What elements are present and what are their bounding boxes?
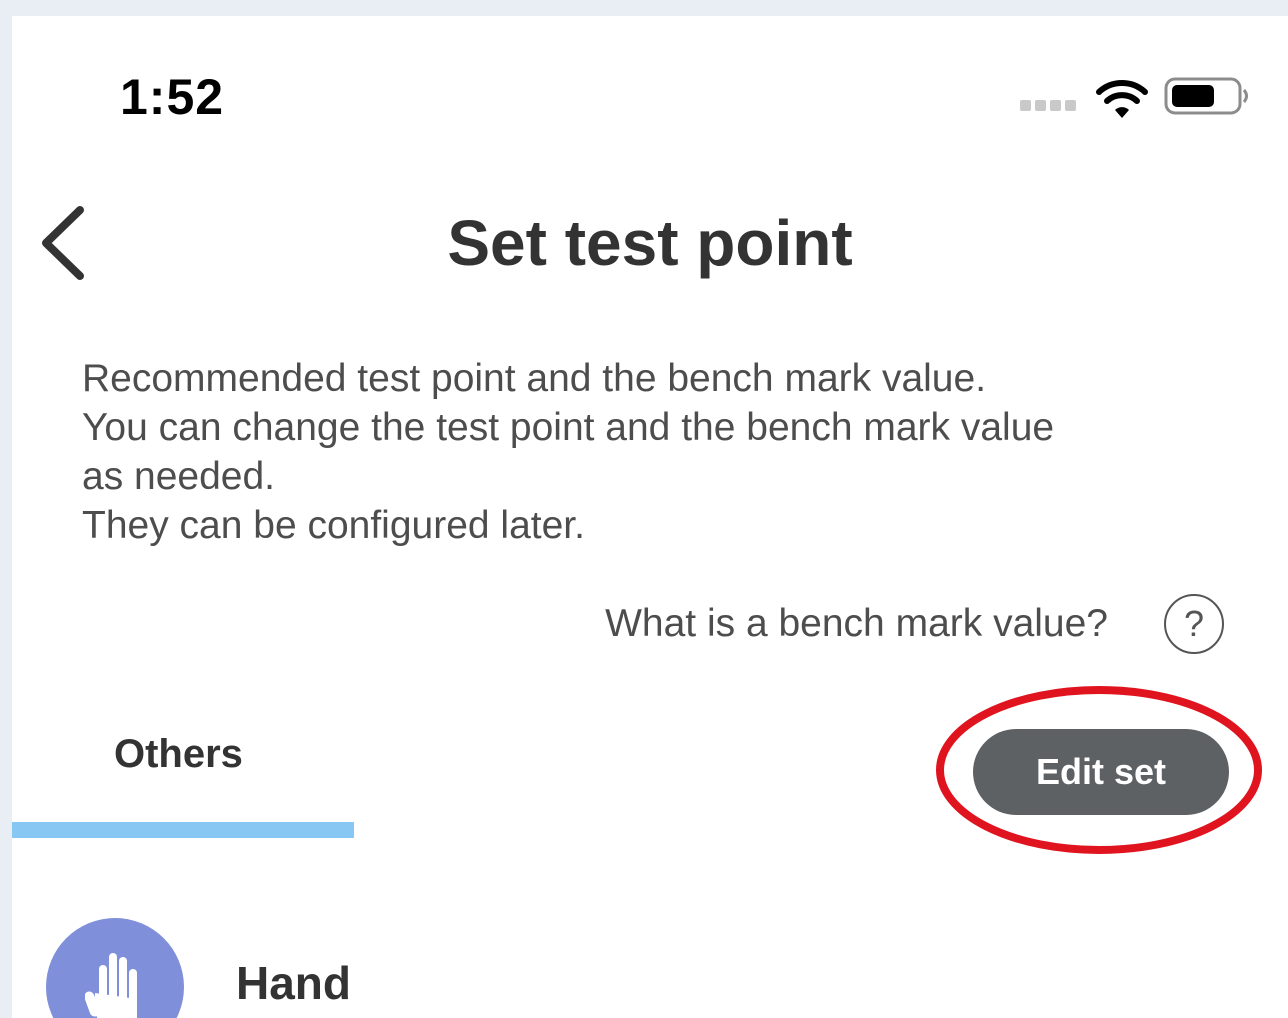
description-line: as needed. [82, 455, 276, 498]
hand-icon [85, 953, 137, 1018]
tab-selected-indicator [12, 822, 354, 838]
list-item-hand[interactable]: Hand [12, 916, 1288, 1018]
cellular-signal-icon [1020, 100, 1076, 111]
app-screen: 1:52 Set test point Recommended test poi… [12, 16, 1288, 1018]
hand-avatar [46, 918, 184, 1018]
tab-others[interactable]: Others [12, 722, 354, 838]
description-text: Recommended test point and the bench mar… [82, 354, 1222, 550]
description-line: Recommended test point and the bench mar… [82, 357, 987, 400]
bench-mark-help-link[interactable]: What is a bench mark value? ? [605, 594, 1224, 654]
question-icon[interactable]: ? [1164, 594, 1224, 654]
annotation-highlight-ellipse [936, 686, 1262, 854]
description-line: They can be configured later. [82, 504, 585, 547]
wifi-icon [1096, 80, 1148, 118]
page-title: Set test point [447, 207, 853, 279]
item-label-hand: Hand [236, 957, 351, 1009]
tab-label: Others [114, 732, 243, 776]
battery-icon [1164, 77, 1248, 115]
bench-mark-help-text[interactable]: What is a bench mark value? [605, 602, 1108, 646]
description-line: You can change the test point and the be… [82, 406, 1055, 449]
status-time: 1:52 [120, 69, 225, 125]
